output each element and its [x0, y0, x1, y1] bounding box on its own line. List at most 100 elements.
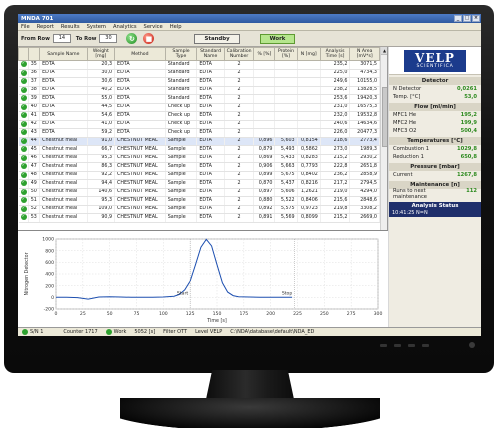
table-row[interactable]: ✓ 47 Chestnut meal 86,3 CHESTNUT MEAL Sample E…: [18, 162, 380, 172]
table-cell: 2: [224, 188, 255, 197]
table-header-cell[interactable]: Sample Type: [164, 47, 198, 61]
table-header-cell[interactable]: N Area [mV*s]: [349, 47, 380, 61]
status-filter: Filter OTT: [163, 329, 188, 335]
work-button[interactable]: Work: [259, 33, 296, 44]
table-row[interactable]: ✓ 45 Chestnut meal 66,7 CHESTNUT MEAL Sample E…: [18, 145, 380, 155]
runs-row: Runs to next maintenance 112: [393, 188, 477, 200]
table-cell: Check up: [165, 103, 198, 112]
table-cell: 3308,2: [349, 205, 380, 214]
table-row[interactable]: ✓ 49 Chestnut meal 94,4 CHESTNUT MEAL Sample E…: [18, 179, 380, 189]
table-cell: Sample: [165, 137, 198, 146]
work-status-icon: [105, 329, 112, 335]
table-cell: [297, 60, 321, 70]
menu-analytics[interactable]: Analytics: [113, 24, 137, 30]
table-cell: 0,5862: [297, 145, 321, 155]
table-row[interactable]: ✓ 53 Chestnut meal 90,9 CHESTNUT MEAL Sample E…: [18, 213, 380, 223]
status-ok-icon: ✓: [20, 112, 27, 118]
monitor-button[interactable]: [408, 344, 415, 347]
table-cell: [274, 69, 298, 78]
table-row[interactable]: ✓ 37 EDTA 30,6 EDTA Standard EDTA 2 249,6 10155,0: [18, 77, 380, 87]
menu-report[interactable]: Report: [37, 24, 54, 30]
table-header-cell[interactable]: Calibration Number: [223, 47, 255, 61]
table-cell: [253, 111, 276, 121]
y-tick-label: -200: [44, 307, 55, 313]
table-row[interactable]: ✓ 42 EDTA 41,0 EDTA Check up EDTA 2 240,6 14634,6: [18, 120, 380, 129]
status-ok-icon: ✓: [20, 86, 27, 93]
maximize-button[interactable]: □: [463, 15, 471, 22]
table-scrollbar[interactable]: ▲: [380, 47, 387, 230]
table-header-cell[interactable]: % [%]: [253, 47, 276, 61]
table-cell: [253, 69, 276, 78]
table-cell: EDTA: [196, 154, 225, 163]
monitor-button[interactable]: [394, 344, 401, 347]
table-row[interactable]: ✓ 50 Chestnut meal 140,6 CHESTNUT MEAL Sample…: [18, 188, 380, 197]
close-button[interactable]: ×: [472, 15, 480, 22]
table-cell: Chestnut meal: [39, 137, 88, 146]
table-row[interactable]: ✓ 46 Chestnut meal 95,3 CHESTNUT MEAL Sample E…: [18, 154, 380, 163]
table-header-cell[interactable]: Method: [114, 47, 166, 61]
table-row[interactable]: ✓ 52 Chestnut meal 109,0 CHESTNUT MEAL Sample…: [18, 205, 380, 214]
menu-service[interactable]: Service: [144, 24, 163, 30]
stop-analysis-button[interactable]: ■: [143, 33, 155, 44]
table-cell: Chestnut meal: [39, 171, 88, 180]
table-cell: [274, 103, 298, 112]
table-cell: 0,899: [253, 171, 276, 180]
table-header-cell[interactable]: Standard Name: [196, 47, 225, 61]
table-cell: EDTA: [39, 128, 88, 138]
table-cell: 90,9: [87, 213, 116, 223]
x-tick-label: 200: [266, 311, 275, 317]
table-cell: 91,0: [87, 137, 116, 146]
n-detector-row: N Detector 0,0261: [393, 86, 477, 92]
table-row[interactable]: ✓ 39 EDTA 55,0 EDTA Standard EDTA 2 253,6 19420,3: [18, 94, 380, 104]
combustion-row: Combustion 1 1029,8: [393, 146, 477, 152]
menu-file[interactable]: File: [21, 24, 30, 30]
standby-button[interactable]: Standby: [194, 33, 240, 44]
table-row[interactable]: ✓ 38 EDTA 40,2 EDTA Standard EDTA 2 238,2 13828,5: [18, 86, 380, 95]
table-cell: Sample: [165, 213, 198, 223]
menu-system[interactable]: System: [87, 24, 106, 30]
power-button[interactable]: [469, 342, 475, 348]
table-cell: 2: [224, 120, 255, 129]
y-tick-label: 0: [51, 295, 54, 301]
scroll-thumb[interactable]: [382, 87, 387, 147]
table-row[interactable]: ✓ 48 Chestnut meal 92,2 CHESTNUT MEAL Sample E…: [18, 171, 380, 180]
table-cell: EDTA: [114, 86, 166, 95]
minimize-button[interactable]: _: [454, 15, 462, 22]
table-row[interactable]: ✓ 51 Chestnut meal 95,3 CHESTNUT MEAL Sample E…: [18, 196, 380, 206]
table-cell: Chestnut meal: [39, 162, 88, 172]
menu-help[interactable]: Help: [170, 24, 182, 30]
table-row[interactable]: ✓ 36 EDTA 30,0 EDTA Standard EDTA 2 225,0 4734,3: [18, 69, 380, 78]
table-header-cell[interactable]: Sample Name: [39, 47, 88, 61]
scroll-up-icon[interactable]: ▲: [381, 47, 387, 55]
status-timer: 5052 [s]: [134, 329, 156, 335]
table-cell: 2: [224, 77, 255, 87]
logo-area: VELP SCIENTIFICA: [389, 47, 481, 75]
current-row: Current 1267,8: [393, 172, 477, 178]
status-ok-icon: ✓: [20, 154, 27, 161]
table-row[interactable]: ✓ 35 EDTA 20,3 EDTA Standard EDTA 2 235,2 3071,5: [18, 60, 380, 70]
table-header-cell[interactable]: Weight [mg]: [86, 47, 116, 61]
table-header-cell[interactable]: Analysis Time [s]: [319, 47, 351, 61]
table-header-cell[interactable]: Protein [%]: [274, 47, 298, 61]
table-cell: 0,897: [253, 188, 276, 197]
from-row-input[interactable]: 14: [52, 34, 71, 43]
menu-results[interactable]: Results: [61, 24, 80, 30]
status-ok-icon: ✓: [20, 120, 27, 127]
table-cell: Chestnut meal: [39, 205, 88, 214]
status-ok-icon: ✓: [20, 69, 27, 76]
monitor-button[interactable]: [422, 344, 429, 347]
table-row[interactable]: ✓ 41 EDTA 54,6 EDTA Check up EDTA 2 232,0 19532,8: [18, 111, 380, 121]
table-row[interactable]: ✓ 44 Chestnut meal 91,0 CHESTNUT MEAL Sample E…: [18, 137, 380, 146]
to-row-input[interactable]: 30: [99, 34, 118, 43]
x-tick-label: 175: [239, 311, 248, 317]
table-cell: Standard: [165, 69, 198, 78]
table-header-cell[interactable]: [27, 47, 41, 61]
table-row[interactable]: ✓ 43 EDTA 59,2 EDTA Check up EDTA 2 226,0 20477,3: [18, 128, 380, 138]
table-cell: 0,8283: [297, 154, 321, 163]
table-header-cell[interactable]: [18, 47, 29, 61]
start-analysis-button[interactable]: ↻: [126, 33, 138, 44]
table-cell: 44,5: [87, 103, 116, 112]
monitor-button[interactable]: [380, 344, 387, 347]
table-row[interactable]: ✓ 40 EDTA 44,5 EDTA Check up EDTA 2 231,0 16575,3: [18, 103, 380, 112]
table-header-cell[interactable]: N [mg]: [296, 47, 321, 61]
